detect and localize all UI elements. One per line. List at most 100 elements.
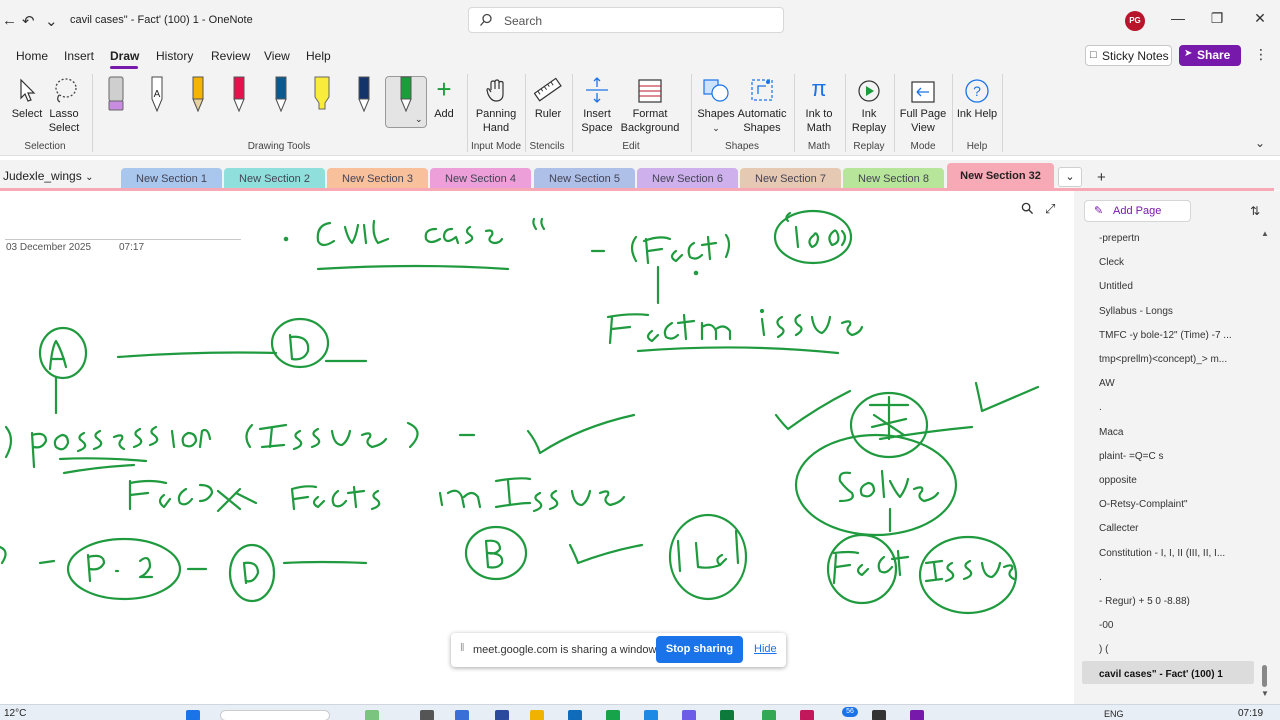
pen-icon[interactable] [395, 75, 417, 115]
menu-insert[interactable]: Insert [64, 49, 94, 63]
page-canvas[interactable]: 03 December 2025 07:17 ⤢ [0, 191, 1072, 704]
maximize-icon[interactable]: ❐ [1207, 10, 1227, 27]
more-options-icon[interactable]: ⋮ [1254, 46, 1268, 63]
app-icon[interactable] [720, 710, 734, 720]
page-list-item[interactable]: ) ( [1099, 644, 1249, 655]
tab-new-section-4[interactable]: New Section 4 [430, 168, 531, 190]
shapes-button[interactable]: Shapes ⌄ [697, 74, 735, 135]
add-page-button[interactable]: ✎ Add Page [1084, 200, 1191, 222]
pen-icon[interactable]: A [146, 75, 168, 115]
scroll-down-icon[interactable]: ▼ [1261, 689, 1269, 698]
file-explorer-icon[interactable] [530, 710, 544, 720]
more-sections-button[interactable]: ⌄ [1058, 167, 1082, 187]
page-list-item[interactable]: TMFC -y bole-12" (Time) -7 ... [1099, 330, 1249, 341]
back-icon[interactable]: ← [2, 12, 17, 29]
page-list-item[interactable]: O-Retsy-Complaint" [1099, 499, 1249, 510]
share-button[interactable]: ➤ Share ⌄ [1179, 45, 1241, 75]
sort-icon[interactable]: ⇅ [1250, 204, 1260, 218]
pen-icon[interactable] [228, 75, 250, 115]
menu-view[interactable]: View [264, 49, 290, 63]
app-icon[interactable] [455, 710, 469, 720]
app-icon[interactable] [644, 710, 658, 720]
page-list-item[interactable]: Cleck [1099, 257, 1249, 268]
add-pen-button[interactable]: + Add [430, 74, 458, 121]
start-icon[interactable] [186, 710, 200, 720]
chevron-down-icon[interactable]: ⌄ [415, 114, 423, 125]
tab-new-section-3[interactable]: New Section 3 [327, 168, 428, 190]
page-list-item[interactable]: opposite [1099, 475, 1249, 486]
page-list-item[interactable]: . [1099, 402, 1249, 413]
add-section-button[interactable]: + [1097, 169, 1106, 186]
page-list-item[interactable]: Syllabus - Longs [1099, 306, 1249, 317]
page-list-item[interactable]: - Regur) + 5 0 -8.88) [1099, 596, 1249, 607]
full-page-view-button[interactable]: Full Page View [898, 74, 948, 135]
weather-widget[interactable]: 12°C [4, 708, 26, 719]
menu-help[interactable]: Help [306, 49, 331, 63]
notebook-selector[interactable]: Judexle_wings ⌄ [3, 169, 93, 183]
onenote-icon[interactable] [910, 710, 924, 720]
tab-new-section-8[interactable]: New Section 8 [843, 168, 944, 190]
sticky-notes-button[interactable]: □ Sticky Notes [1085, 45, 1172, 66]
page-list-item[interactable]: AW [1099, 378, 1249, 389]
chevron-down-icon[interactable]: ⌄ [1255, 136, 1265, 150]
eraser-icon[interactable] [105, 75, 127, 115]
app-icon[interactable] [568, 710, 582, 720]
app-icon[interactable] [800, 710, 814, 720]
lasso-select-button[interactable]: Lasso Select [46, 74, 82, 135]
tab-new-section-32[interactable]: New Section 32 [947, 163, 1054, 190]
page-list-item[interactable]: -prepertn [1099, 233, 1249, 244]
tab-new-section-5[interactable]: New Section 5 [534, 168, 635, 190]
app-icon[interactable] [495, 710, 509, 720]
ruler-button[interactable]: Ruler [530, 74, 566, 121]
page-list-item[interactable]: Callecter [1099, 523, 1249, 534]
page-list-item[interactable]: Constitution - I, I, II (III, II, I... [1099, 548, 1249, 559]
scrollbar-thumb[interactable] [1262, 665, 1267, 687]
app-icon[interactable] [606, 710, 620, 720]
pen-icon[interactable] [353, 75, 375, 115]
automatic-shapes-button[interactable]: Automatic Shapes [736, 74, 788, 135]
format-background-button[interactable]: Format Background [617, 74, 683, 135]
page-list-item[interactable]: cavil cases" - Fact' (100) 1 [1099, 669, 1249, 680]
page-list-item[interactable]: Untitled [1099, 281, 1249, 292]
menu-review[interactable]: Review [211, 49, 250, 63]
page-list-item[interactable]: . [1099, 572, 1249, 583]
pen-icon[interactable] [270, 75, 292, 115]
pencil-icon[interactable] [187, 75, 209, 115]
stop-sharing-button[interactable]: Stop sharing [656, 636, 743, 663]
language-indicator[interactable]: ENG [1104, 709, 1124, 719]
avatar[interactable]: PG [1125, 11, 1145, 31]
tab-new-section-6[interactable]: New Section 6 [637, 168, 738, 190]
page-list-item[interactable]: Maca [1099, 427, 1249, 438]
panning-hand-button[interactable]: Panning Hand [473, 74, 519, 135]
ink-help-button[interactable]: ? Ink Help [955, 74, 999, 121]
app-icon[interactable] [682, 710, 696, 720]
chevron-down-icon[interactable]: ⌄ [45, 12, 58, 30]
clock[interactable]: 07:19 [1238, 708, 1263, 719]
ink-to-math-button[interactable]: π Ink to Math [800, 74, 838, 135]
drag-handle-icon[interactable]: ‖ [460, 642, 465, 654]
widget-icon[interactable] [365, 710, 379, 720]
app-icon[interactable] [872, 710, 886, 720]
ink-replay-button[interactable]: Ink Replay [850, 74, 888, 135]
page-list-item[interactable]: tmp<prellm)<concept)_> m... [1099, 354, 1249, 365]
menu-history[interactable]: History [156, 49, 193, 63]
chrome-icon[interactable] [762, 710, 776, 720]
menu-draw[interactable]: Draw [110, 49, 139, 63]
minimize-icon[interactable]: — [1168, 10, 1188, 26]
page-list-item[interactable]: plaint- =Q=C s [1099, 451, 1249, 462]
page-list-item[interactable]: -00 [1099, 620, 1249, 631]
task-view-icon[interactable] [420, 710, 434, 720]
scroll-up-icon[interactable]: ▲ [1261, 229, 1269, 238]
close-icon[interactable]: ✕ [1250, 10, 1270, 27]
tab-new-section-2[interactable]: New Section 2 [224, 168, 325, 190]
search-input[interactable]: Search [468, 7, 784, 33]
taskbar-search-box[interactable] [220, 710, 330, 720]
tab-new-section-1[interactable]: New Section 1 [121, 168, 222, 190]
insert-space-button[interactable]: Insert Space [578, 74, 616, 135]
undo-icon[interactable]: ↶ [22, 12, 35, 30]
menu-home[interactable]: Home [16, 49, 48, 63]
hide-link[interactable]: Hide [754, 643, 777, 655]
select-button[interactable]: Select [9, 74, 45, 121]
tab-new-section-7[interactable]: New Section 7 [740, 168, 841, 190]
highlighter-icon[interactable] [311, 75, 333, 115]
